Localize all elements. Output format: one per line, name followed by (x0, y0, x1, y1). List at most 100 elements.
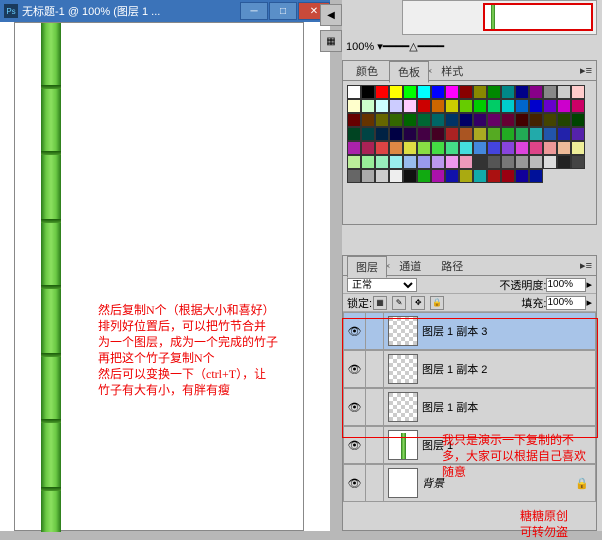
visibility-eye-icon[interactable]: 👁 (344, 351, 366, 387)
swatch[interactable] (515, 113, 529, 127)
layer-item[interactable]: 👁图层 1 副本 2 (343, 350, 596, 388)
swatch[interactable] (557, 99, 571, 113)
link-column[interactable] (366, 351, 384, 387)
navigator-viewport[interactable] (483, 3, 593, 31)
layer-thumbnail[interactable] (388, 316, 418, 346)
swatch[interactable] (389, 85, 403, 99)
panel-menu-icon[interactable]: ▸≡ (576, 64, 596, 77)
swatch[interactable] (459, 113, 473, 127)
swatch[interactable] (557, 85, 571, 99)
swatch[interactable] (445, 155, 459, 169)
swatch[interactable] (375, 155, 389, 169)
swatch[interactable] (515, 99, 529, 113)
swatch[interactable] (417, 127, 431, 141)
swatch[interactable] (459, 141, 473, 155)
panel-menu-icon[interactable]: ▸≡ (576, 259, 596, 272)
swatch[interactable] (571, 141, 585, 155)
swatch[interactable] (417, 99, 431, 113)
layer-thumbnail[interactable] (388, 430, 418, 460)
swatch[interactable] (515, 85, 529, 99)
swatch[interactable] (543, 141, 557, 155)
swatch[interactable] (501, 85, 515, 99)
titlebar[interactable]: Ps 无标题-1 @ 100% (图层 1 ... ─ □ ✕ (0, 0, 330, 22)
link-column[interactable] (366, 465, 384, 501)
swatch[interactable] (515, 155, 529, 169)
swatch[interactable] (487, 85, 501, 99)
swatch[interactable] (543, 155, 557, 169)
swatch[interactable] (417, 141, 431, 155)
swatch[interactable] (487, 127, 501, 141)
swatch[interactable] (417, 113, 431, 127)
tab-color[interactable]: 颜色 (347, 60, 387, 82)
visibility-eye-icon[interactable]: 👁 (344, 427, 366, 463)
swatch[interactable] (515, 141, 529, 155)
canvas[interactable] (14, 22, 304, 531)
blend-mode-select[interactable]: 正常 (347, 278, 417, 292)
zoom-display[interactable]: 100% ▾━━━━△━━━━ (342, 38, 448, 56)
layer-thumbnail[interactable] (388, 468, 418, 498)
swatch[interactable] (459, 169, 473, 183)
swatch[interactable] (473, 127, 487, 141)
layer-thumbnail[interactable] (388, 354, 418, 384)
swatch[interactable] (389, 155, 403, 169)
swatch[interactable] (473, 169, 487, 183)
swatch[interactable] (361, 85, 375, 99)
swatch[interactable] (347, 127, 361, 141)
swatch[interactable] (473, 141, 487, 155)
swatch[interactable] (361, 141, 375, 155)
swatch[interactable] (445, 141, 459, 155)
swatch[interactable] (529, 169, 543, 183)
swatch[interactable] (501, 155, 515, 169)
swatch[interactable] (361, 169, 375, 183)
swatch[interactable] (515, 127, 529, 141)
swatch[interactable] (557, 155, 571, 169)
swatch[interactable] (501, 113, 515, 127)
swatch[interactable] (557, 127, 571, 141)
swatch[interactable] (431, 155, 445, 169)
swatch[interactable] (375, 99, 389, 113)
swatch[interactable] (375, 127, 389, 141)
swatch[interactable] (571, 85, 585, 99)
swatch[interactable] (431, 141, 445, 155)
minimize-button[interactable]: ─ (240, 2, 268, 20)
visibility-eye-icon[interactable]: 👁 (344, 389, 366, 425)
swatch[interactable] (347, 155, 361, 169)
swatch[interactable] (543, 99, 557, 113)
fill-input[interactable] (546, 296, 586, 310)
link-column[interactable] (366, 389, 384, 425)
swatch[interactable] (445, 99, 459, 113)
tab-paths[interactable]: 路径 (432, 255, 472, 277)
swatch[interactable] (487, 155, 501, 169)
swatch[interactable] (459, 127, 473, 141)
swatch[interactable] (403, 113, 417, 127)
swatch[interactable] (445, 127, 459, 141)
swatch[interactable] (361, 99, 375, 113)
swatch[interactable] (361, 113, 375, 127)
swatch[interactable] (529, 141, 543, 155)
swatch[interactable] (515, 169, 529, 183)
swatch[interactable] (529, 113, 543, 127)
visibility-eye-icon[interactable]: 👁 (344, 465, 366, 501)
swatch[interactable] (375, 169, 389, 183)
swatch[interactable] (347, 169, 361, 183)
swatch[interactable] (459, 85, 473, 99)
swatch[interactable] (403, 85, 417, 99)
swatch[interactable] (487, 113, 501, 127)
swatch[interactable] (445, 85, 459, 99)
swatch[interactable] (571, 99, 585, 113)
swatch[interactable] (473, 113, 487, 127)
swatch[interactable] (473, 155, 487, 169)
swatch[interactable] (417, 155, 431, 169)
lock-all-icon[interactable]: 🔒 (430, 296, 444, 310)
tab-channels[interactable]: 通道 (390, 255, 430, 277)
swatch[interactable] (557, 141, 571, 155)
swatch[interactable] (501, 99, 515, 113)
lock-move-icon[interactable]: ✥ (411, 296, 425, 310)
visibility-eye-icon[interactable]: 👁 (344, 313, 366, 349)
swatch[interactable] (361, 127, 375, 141)
layer-item[interactable]: 👁图层 1 副本 3 (343, 312, 596, 350)
swatch[interactable] (445, 113, 459, 127)
swatch[interactable] (389, 127, 403, 141)
swatch[interactable] (347, 85, 361, 99)
swatch[interactable] (417, 85, 431, 99)
